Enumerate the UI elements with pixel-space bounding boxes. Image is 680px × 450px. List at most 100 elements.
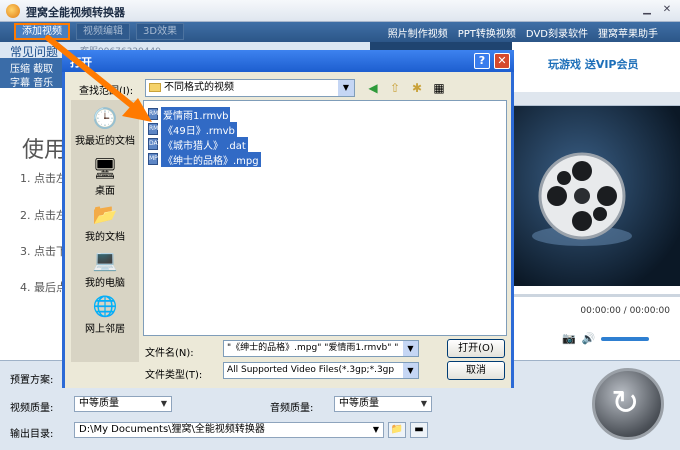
step-3: 3. 点击下 [20,245,67,258]
app-title: 狸窝全能视频转换器 [26,6,125,19]
close-icon[interactable]: ✕ [494,53,510,69]
dialog-title: 打开 [70,56,92,69]
filename-value: "《绅士的品格》.mpg" "爱情雨1.rmvb" " [227,343,399,353]
place-recent[interactable]: 🕒 我最近的文档 [71,106,139,147]
camera-icon[interactable]: 📷 [562,332,576,345]
photo-video-link[interactable]: 照片制作视频 [388,25,448,40]
network-icon: 🌐 [92,294,118,318]
filetype-value: All Supported Video Files(*.3gp;*.3gp [227,365,395,375]
look-in-select[interactable]: 不同格式的视频 ▼ [145,79,355,97]
cancel-button[interactable]: 取消 [447,361,505,380]
film-reel-icon [532,152,632,246]
dialog-body: 查找范围(I): 不同格式的视频 ▼ ◀ ⇧ ✱ ▦ 🕒 我最近的文档 🖥 桌面… [65,72,511,388]
open-folder-icon: ▬ [414,424,424,435]
view-menu-icon[interactable]: ▦ [431,80,447,96]
folder-icon [149,83,161,92]
open-file-dialog: 打开 ? ✕ 查找范围(I): 不同格式的视频 ▼ ◀ ⇧ ✱ ▦ 🕒 我最近的… [62,50,514,388]
open-button[interactable]: 打开(O) [447,339,505,358]
dialog-title-bar: 打开 ? ✕ [62,50,514,72]
file-name: 《49日》.rmvb [161,121,237,137]
close-icon[interactable]: ✕ [660,3,674,17]
chevron-down-icon: ▼ [372,425,380,434]
output-dir-input[interactable]: D:\My Documents\狸窝\全能视频转换器 ▼ [74,422,384,438]
edit-video-button[interactable]: 视频编辑 [76,23,130,40]
preview-panel: 玩游戏 送VIP会员 00:00:00 / 00:00:00 📷 🔊 [512,42,680,360]
video-file-icon: RM [148,108,158,120]
place-network[interactable]: 🌐 网上邻居 [71,294,139,335]
file-name: 《绅士的品格》.mpg [161,151,261,167]
new-folder-icon[interactable]: ✱ [409,80,425,96]
app-logo-icon [6,4,20,18]
volume-icon[interactable]: 🔊 [582,332,596,345]
place-network-label: 网上邻居 [85,324,125,335]
help-icon[interactable]: ? [474,53,490,69]
minimize-icon[interactable]: ▁ [640,3,654,17]
step-4: 4. 最后点 [20,281,67,294]
file-item[interactable]: DAT 《城市猎人》 .dat [148,136,248,152]
step-1: 1. 点击左 [20,172,67,185]
title-bar: 狸窝全能视频转换器 ▁ ✕ [0,0,680,22]
seek-bar[interactable] [512,294,680,297]
convert-icon: ↻ [611,383,640,423]
place-my-documents[interactable]: 📂 我的文档 [71,202,139,243]
usage-title: 使用 [22,138,67,163]
places-bar: 🕒 我最近的文档 🖥 桌面 📂 我的文档 💻 我的电脑 🌐 网上邻居 [71,100,139,362]
chevron-down-icon: ▼ [403,363,418,378]
time-display: 00:00:00 / 00:00:00 [580,306,670,316]
desktop-icon: 🖥 [92,156,118,180]
filename-label: 文件名(N): [145,348,194,359]
video-quality-select[interactable]: 中等质量 ▼ [74,396,172,412]
dialog-nav-icons: ◀ ⇧ ✱ ▦ [365,80,447,96]
filetype-select[interactable]: All Supported Video Files(*.3gp;*.3gp ▼ [223,362,419,379]
video-quality-label: 视频质量: [10,403,54,414]
chevron-down-icon: ▼ [420,399,428,408]
chevron-down-icon: ▼ [160,399,168,408]
video-preview [512,106,680,286]
tags-row-1[interactable]: 压缩 截取 [10,60,53,75]
dvd-burn-link[interactable]: DVD刻录软件 [526,25,588,40]
place-recent-label: 我最近的文档 [75,136,135,147]
chevron-down-icon: ▼ [403,341,418,356]
audio-quality-value: 中等质量 [339,398,379,409]
volume-slider[interactable] [601,336,650,341]
look-in-value: 不同格式的视频 [164,82,234,93]
filename-input[interactable]: "《绅士的品格》.mpg" "爱情雨1.rmvb" " ▼ [223,340,419,357]
place-desktop-label: 桌面 [95,186,115,197]
place-my-documents-label: 我的文档 [85,232,125,243]
apple-helper-link[interactable]: 狸窝苹果助手 [598,25,658,40]
place-my-computer-label: 我的电脑 [85,278,125,289]
3d-effect-button[interactable]: 3D效果 [136,23,185,40]
file-name: 《城市猎人》 .dat [161,136,248,152]
add-video-button[interactable]: 添加视频 [14,23,70,40]
vip-promo-link[interactable]: 玩游戏 送VIP会员 [548,56,639,72]
preview-header [512,92,680,106]
browse-folder-button[interactable]: 📁 [388,422,406,438]
up-folder-icon[interactable]: ⇧ [387,80,403,96]
back-icon[interactable]: ◀ [365,80,381,96]
toolbar: 添加视频 视频编辑 3D效果 照片制作视频 PPT转换视频 DVD刻录软件 狸窝… [0,22,680,42]
file-item[interactable]: RM 《49日》.rmvb [148,121,237,137]
place-my-computer[interactable]: 💻 我的电脑 [71,248,139,289]
filetype-label: 文件类型(T): [145,370,203,381]
step-2: 2. 点击左 [20,209,67,222]
convert-button[interactable]: ↻ [592,368,664,440]
preset-label: 预置方案: [10,375,54,386]
toolbar-links: 照片制作视频 PPT转换视频 DVD刻录软件 狸窝苹果助手 [388,25,658,40]
window-controls: ▁ ✕ [640,3,674,17]
chevron-down-icon: ▼ [338,80,354,96]
main-window: 狸窝全能视频转换器 ▁ ✕ 添加视频 视频编辑 3D效果 照片制作视频 PPT转… [0,0,680,450]
audio-quality-select[interactable]: 中等质量 ▼ [334,396,432,412]
place-desktop[interactable]: 🖥 桌面 [71,156,139,197]
output-dir-value: D:\My Documents\狸窝\全能视频转换器 [79,424,265,435]
tags-row-2[interactable]: 字幕 音乐 [10,74,53,89]
file-item[interactable]: MPG 《绅士的品格》.mpg [148,151,261,167]
ppt-video-link[interactable]: PPT转换视频 [458,25,516,40]
file-item[interactable]: RM 爱情雨1.rmvb [148,106,231,122]
video-file-icon: DAT [148,138,161,150]
video-file-icon: MPG [148,153,162,165]
open-output-button[interactable]: ▬ [410,422,428,438]
folder-icon: 📁 [390,424,404,435]
recent-docs-icon: 🕒 [92,106,118,130]
output-dir-label: 输出目录: [10,429,54,440]
my-computer-icon: 💻 [92,248,118,272]
